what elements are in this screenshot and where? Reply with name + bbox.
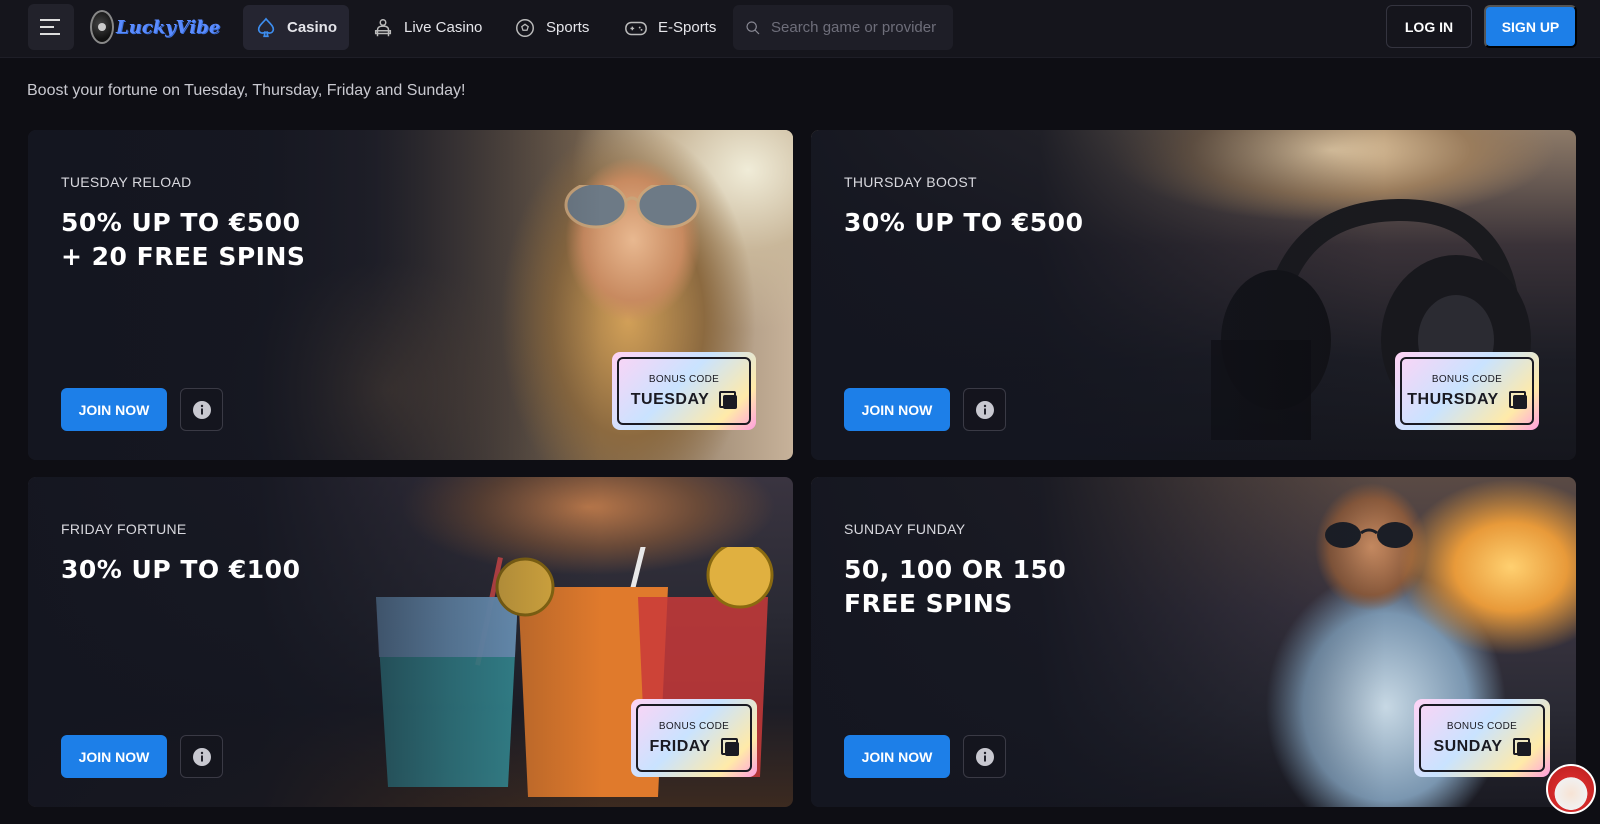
join-now-button[interactable]: JOIN NOW	[844, 388, 950, 431]
nav-esports[interactable]: E-Sports	[612, 5, 728, 50]
promo-label: THURSDAY BOOST	[844, 174, 977, 190]
bonus-code-badge[interactable]: BONUS CODE THURSDAY	[1395, 352, 1539, 430]
bonus-code-inner: BONUS CODE SUNDAY	[1419, 704, 1545, 772]
bonus-code-inner: BONUS CODE TUESDAY	[617, 357, 751, 425]
bonus-code-row: FRIDAY	[649, 737, 739, 756]
copy-icon[interactable]	[719, 390, 738, 409]
bonus-code-caption: BONUS CODE	[648, 373, 720, 385]
hamburger-menu-icon	[40, 19, 60, 35]
promo-title-line2: FREE SPINS	[844, 589, 1013, 618]
bonus-code-caption: BONUS CODE	[1446, 720, 1518, 732]
info-button[interactable]	[180, 388, 223, 431]
search-box[interactable]	[733, 5, 953, 50]
info-icon	[975, 747, 994, 766]
join-now-button[interactable]: JOIN NOW	[61, 388, 167, 431]
nav-live-casino[interactable]: Live Casino	[360, 5, 494, 50]
dealer-icon	[374, 18, 392, 36]
copy-icon[interactable]	[1508, 390, 1527, 409]
promo-title: 30% UP TO €100	[61, 553, 441, 587]
menu-button[interactable]	[28, 4, 74, 50]
join-now-button[interactable]: JOIN NOW	[844, 735, 950, 778]
bonus-code-badge[interactable]: BONUS CODE TUESDAY	[612, 352, 756, 430]
join-now-button[interactable]: JOIN NOW	[61, 735, 167, 778]
info-button[interactable]	[963, 388, 1006, 431]
promo-title-line1: 30% UP TO €500	[844, 208, 1084, 237]
promo-title: 50, 100 OR 150 FREE SPINS	[844, 553, 1224, 621]
bonus-code-row: THURSDAY	[1407, 390, 1527, 409]
page-subtitle: Boost your fortune on Tuesday, Thursday,…	[27, 82, 466, 99]
bonus-code-value: FRIDAY	[649, 737, 711, 755]
promo-title-line1: 50% UP TO €500	[61, 208, 301, 237]
logo-text: LuckyVibe	[116, 17, 220, 38]
promo-card-sunday: SUNDAY FUNDAY 50, 100 OR 150 FREE SPINS …	[811, 477, 1576, 807]
logo-text-a: Lucky	[116, 16, 176, 38]
promo-label: SUNDAY FUNDAY	[844, 521, 966, 537]
bonus-code-caption: BONUS CODE	[658, 720, 730, 732]
bonus-code-inner: BONUS CODE THURSDAY	[1400, 357, 1534, 425]
search-input[interactable]	[771, 19, 941, 36]
promo-label: FRIDAY FORTUNE	[61, 521, 187, 537]
promo-card-friday: FRIDAY FORTUNE 30% UP TO €100 JOIN NOW B…	[28, 477, 793, 807]
bonus-code-value: THURSDAY	[1407, 390, 1499, 408]
info-icon	[192, 747, 211, 766]
top-navbar: LuckyVibe Casino Live Casino Sports E-Sp…	[0, 0, 1600, 58]
soccer-ball-icon	[516, 18, 534, 37]
login-button[interactable]: LOG IN	[1386, 5, 1472, 48]
bonus-code-inner: BONUS CODE FRIDAY	[636, 704, 752, 772]
promo-title-line2: + 20 FREE SPINS	[61, 242, 306, 271]
bonus-code-caption: BONUS CODE	[1431, 373, 1503, 385]
promo-card-tuesday: TUESDAY RELOAD 50% UP TO €500 + 20 FREE …	[28, 130, 793, 460]
logo-text-b: Vibe	[175, 16, 221, 38]
promo-title-line1: 30% UP TO €100	[61, 555, 301, 584]
bonus-code-row: SUNDAY	[1433, 737, 1531, 756]
promo-title-line1: 50, 100 OR 150	[844, 555, 1067, 584]
info-button[interactable]	[963, 735, 1006, 778]
promo-card-thursday: THURSDAY BOOST 30% UP TO €500 JOIN NOW B…	[811, 130, 1576, 460]
bonus-code-row: TUESDAY	[630, 390, 738, 409]
bonus-code-badge[interactable]: BONUS CODE FRIDAY	[631, 699, 757, 777]
promo-label: TUESDAY RELOAD	[61, 174, 192, 190]
gamepad-icon	[625, 21, 647, 35]
santa-chat-icon[interactable]	[1546, 764, 1596, 814]
bonus-code-value: TUESDAY	[630, 390, 710, 408]
info-button[interactable]	[180, 735, 223, 778]
info-icon	[975, 400, 994, 419]
copy-icon[interactable]	[720, 737, 739, 756]
spade-icon	[257, 17, 275, 37]
nav-casino[interactable]: Casino	[243, 5, 350, 50]
nav-esports-label: E-Sports	[658, 19, 717, 36]
nav-sports[interactable]: Sports	[502, 5, 601, 50]
bonus-code-value: SUNDAY	[1433, 737, 1503, 755]
nav-live-casino-label: Live Casino	[404, 19, 483, 36]
dj-logo-icon	[90, 10, 114, 44]
info-icon	[192, 400, 211, 419]
copy-icon[interactable]	[1512, 737, 1531, 756]
search-icon	[746, 20, 760, 34]
signup-button[interactable]: SIGN UP	[1484, 5, 1577, 48]
nav-sports-label: Sports	[546, 19, 590, 36]
bonus-code-badge[interactable]: BONUS CODE SUNDAY	[1414, 699, 1550, 777]
nav-casino-label: Casino	[287, 19, 338, 36]
promo-title: 50% UP TO €500 + 20 FREE SPINS	[61, 206, 441, 274]
promo-title: 30% UP TO €500	[844, 206, 1224, 240]
site-logo[interactable]: LuckyVibe	[90, 6, 220, 48]
